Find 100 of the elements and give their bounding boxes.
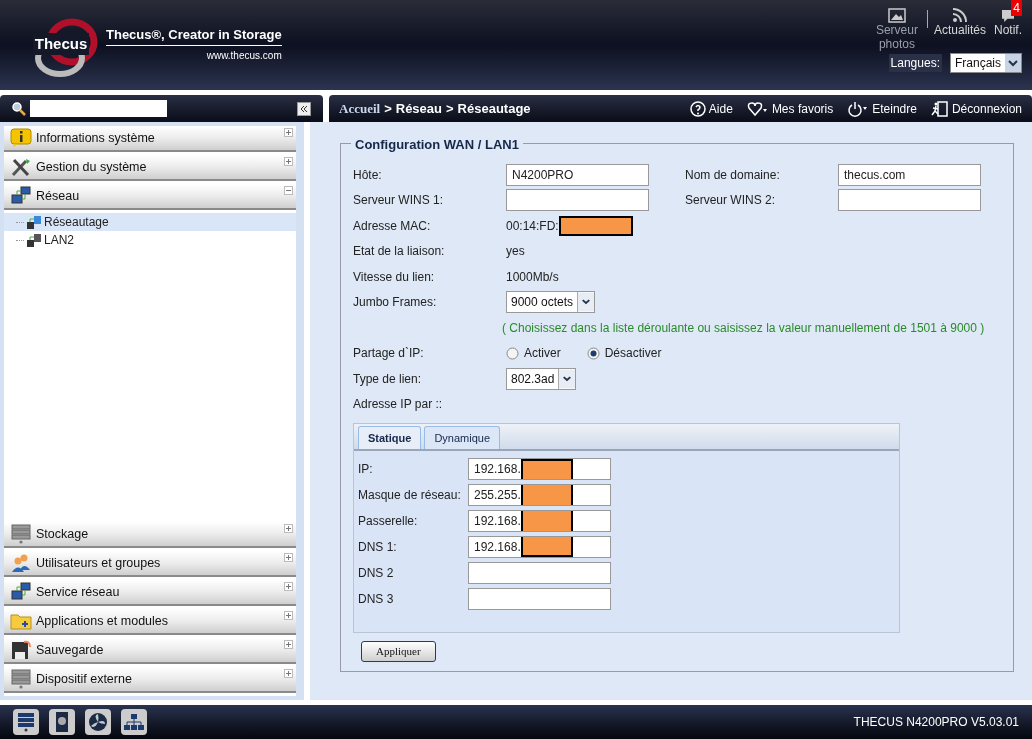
field-label: Adresse MAC: — [353, 217, 432, 235]
sidebar-section-label[interactable]: Dispositif externe — [36, 669, 132, 689]
plus-icon[interactable] — [284, 640, 293, 649]
collapse-icon[interactable] — [297, 101, 311, 116]
sidebar-section-label[interactable]: Informations système — [36, 128, 155, 148]
field-label: DNS 3 — [358, 591, 395, 608]
dropdown-arrow-icon — [558, 368, 576, 389]
language-select[interactable]: Français — [950, 53, 1022, 73]
network-icon — [10, 582, 32, 602]
tree-item-label[interactable]: LAN2 — [44, 231, 75, 249]
breadcrumb-separator: > — [384, 99, 392, 118]
storage-icon — [10, 524, 32, 544]
folder-icon — [10, 611, 32, 631]
sidebar-section-header[interactable]: Gestion du système — [4, 155, 296, 181]
search-field[interactable] — [30, 100, 167, 117]
sidebar-section-label[interactable]: Gestion du système — [36, 157, 147, 177]
radio-icon[interactable] — [506, 346, 519, 360]
sidebar-section-header[interactable]: Informations système — [4, 126, 296, 152]
sidebar-section-label[interactable]: Sauvegarde — [36, 640, 104, 660]
floppy-disk-icon — [10, 640, 32, 660]
dropdown[interactable]: 9000 octets — [506, 291, 596, 314]
sidebar-section-label[interactable]: Stockage — [36, 524, 89, 544]
network-port-icon — [26, 214, 42, 230]
text-field[interactable] — [838, 189, 981, 212]
tab[interactable]: Statique — [358, 426, 422, 449]
tree-item[interactable]: LAN2 — [4, 231, 296, 249]
sidebar-section-header[interactable]: Stockage — [4, 522, 296, 548]
radio-option[interactable]: Activer — [506, 344, 561, 363]
text-field[interactable]: 192.168. — [468, 510, 611, 532]
notification-badge: 4 — [1011, 0, 1022, 16]
network-port-icon — [26, 232, 42, 248]
chat-bubble-icon — [1002, 10, 1014, 22]
tree-item[interactable]: Réseautage — [4, 213, 296, 231]
sidebar-section-header[interactable]: Réseau — [4, 184, 296, 210]
rss-icon — [952, 8, 968, 23]
plus-icon[interactable] — [284, 157, 293, 166]
field-label: Type de lien: — [353, 370, 423, 388]
plus-icon[interactable] — [284, 128, 293, 137]
dropdown[interactable]: 802.3ad — [506, 367, 577, 390]
fan-icon[interactable] — [85, 709, 111, 735]
sidebar-section-label[interactable]: Service réseau — [36, 582, 120, 602]
sidebar-section-header[interactable]: Service réseau — [4, 580, 296, 606]
field-label: Partage d`IP: — [353, 345, 425, 363]
logo-brand: Thecus — [32, 32, 90, 56]
sidebar-section-label[interactable]: Réseau — [36, 186, 80, 206]
text-field[interactable]: thecus.com — [838, 163, 981, 186]
toolbar-action[interactable]: Mes favoris — [746, 99, 834, 118]
picture-icon — [887, 8, 906, 23]
apply-button[interactable]: Appliquer — [361, 641, 436, 662]
text-field[interactable] — [468, 588, 611, 610]
users-icon — [10, 553, 32, 573]
toolbar-action[interactable]: Aide — [689, 99, 733, 118]
field-label: Vitesse du lien: — [353, 268, 436, 286]
field-label: Nom de domaine: — [685, 166, 781, 184]
sidebar-section-label[interactable]: Applications et modules — [36, 611, 169, 631]
hint-text: ( Choisissez dans la liste déroulante ou saisissez la valeur manuellement de 1501 à 9000 ) — [502, 319, 985, 337]
plus-icon[interactable] — [284, 553, 293, 562]
header-icon-button[interactable]: Actualités — [933, 8, 986, 37]
field-value: 00:14:FD: — [506, 217, 559, 235]
minus-icon[interactable] — [284, 186, 293, 195]
plus-icon[interactable] — [284, 524, 293, 533]
plus-icon[interactable] — [284, 611, 293, 620]
plus-icon[interactable] — [284, 582, 293, 591]
field-label: DNS 2 — [358, 565, 395, 582]
breadcrumb-item[interactable]: Réseau — [395, 98, 442, 119]
plus-icon[interactable] — [284, 669, 293, 678]
sidebar-section-label[interactable]: Utilisateurs et groupes — [36, 553, 161, 573]
sidebar-section-header[interactable]: Dispositif externe — [4, 667, 296, 693]
field-label: Passerelle: — [358, 513, 419, 530]
tree-item-label[interactable]: Réseautage — [44, 213, 109, 231]
text-field[interactable] — [468, 562, 611, 584]
sidebar-section-header[interactable]: Sauvegarde — [4, 638, 296, 664]
power-icon — [847, 100, 870, 117]
tab[interactable]: Dynamique — [424, 426, 501, 449]
text-field[interactable]: 192.168. — [468, 458, 611, 480]
field-label: Hôte: — [353, 166, 383, 184]
breadcrumb-link[interactable]: Accueil — [339, 98, 381, 119]
field-label: Etat de la liaison: — [353, 243, 446, 261]
header-icon-button[interactable]: Serveur photos — [874, 8, 919, 51]
heart-icon — [746, 100, 769, 117]
sidebar-section-header[interactable]: Utilisateurs et groupes — [4, 551, 296, 577]
text-field[interactable]: N4200PRO — [506, 163, 649, 186]
toolbar-action[interactable]: Déconnexion — [930, 99, 1022, 118]
field-label: Jumbo Frames: — [353, 294, 438, 312]
logo-url: www.thecus.com — [206, 49, 282, 64]
storage-icon — [10, 669, 32, 689]
text-field[interactable]: 255.255. — [468, 484, 611, 506]
radio-option[interactable]: Désactiver — [586, 344, 662, 363]
breadcrumb-item: Réseautage — [457, 99, 531, 118]
sidebar-section-header[interactable]: Applications et modules — [4, 609, 296, 635]
network-tree-icon[interactable] — [121, 709, 147, 735]
info-icon — [10, 128, 32, 148]
version-text: THECUS N4200PRO V5.03.01 — [853, 714, 1019, 731]
radio-icon[interactable] — [586, 346, 600, 360]
server-icon[interactable] — [13, 709, 39, 735]
text-field[interactable]: 192.168. — [468, 536, 611, 558]
help-icon — [689, 100, 706, 117]
text-field[interactable] — [506, 189, 649, 212]
exit-door-icon — [930, 100, 949, 117]
toolbar-action[interactable]: Eteindre — [847, 99, 917, 118]
